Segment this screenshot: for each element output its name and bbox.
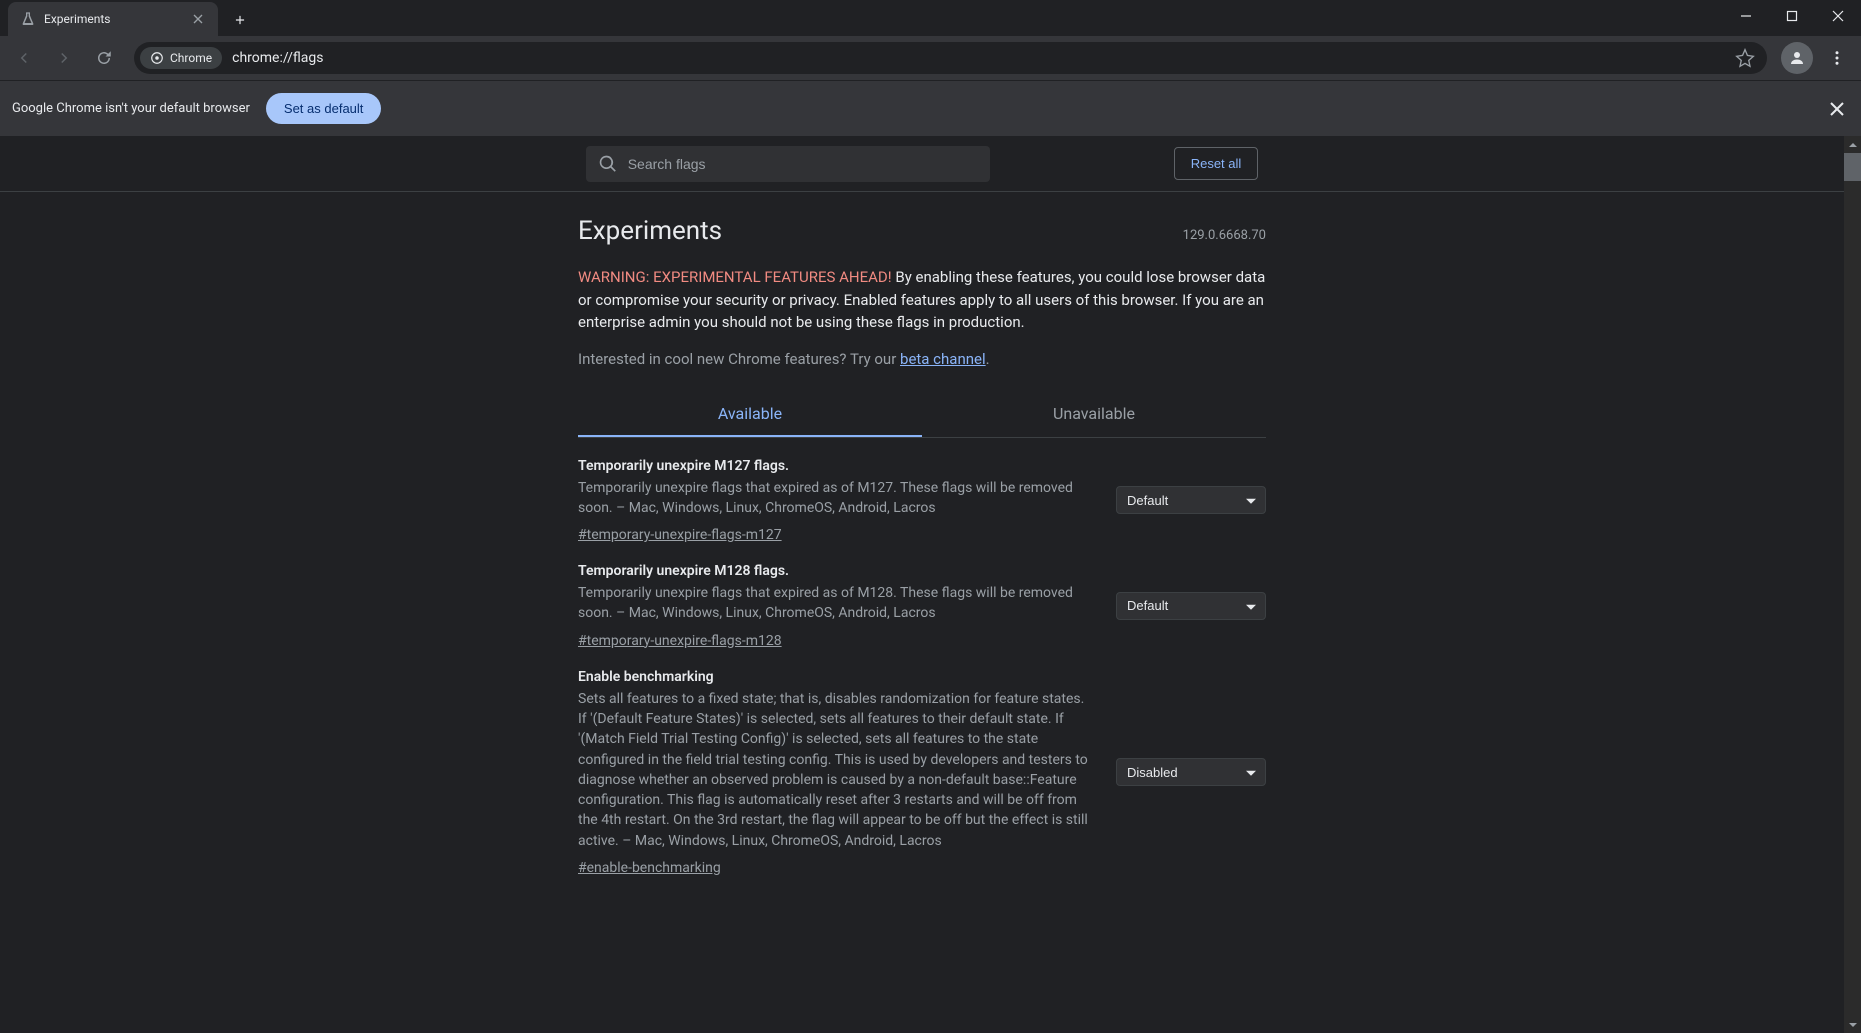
minimize-button[interactable] (1723, 0, 1769, 32)
window-close-button[interactable] (1815, 0, 1861, 32)
scroll-down-button[interactable] (1844, 1016, 1861, 1033)
search-input[interactable] (628, 156, 978, 172)
window-controls (1723, 0, 1861, 32)
search-icon (598, 154, 618, 174)
flags-list: Temporarily unexpire M127 flags. Tempora… (578, 438, 1266, 877)
infobar-close-button[interactable] (1825, 97, 1849, 121)
flag-item: Enable benchmarking Sets all features to… (578, 649, 1266, 876)
reload-button[interactable] (88, 42, 120, 74)
flag-select[interactable]: Default (1116, 486, 1266, 514)
beta-line: Interested in cool new Chrome features? … (578, 350, 1266, 368)
flag-description: Temporarily unexpire flags that expired … (578, 583, 1096, 624)
flag-description: Sets all features to a fixed state; that… (578, 689, 1096, 851)
tab-unavailable[interactable]: Unavailable (922, 392, 1266, 437)
chrome-icon (150, 51, 164, 65)
menu-button[interactable] (1821, 42, 1853, 74)
scroll-up-button[interactable] (1844, 136, 1861, 153)
flag-title: Temporarily unexpire M127 flags. (578, 458, 1096, 474)
close-icon[interactable] (190, 11, 206, 27)
experiment-tabs: Available Unavailable (578, 392, 1266, 438)
warning-label: WARNING: EXPERIMENTAL FEATURES AHEAD! (578, 268, 892, 286)
page-content: Reset all Experiments 129.0.6668.70 WARN… (0, 136, 1844, 1033)
beta-channel-link[interactable]: beta channel (900, 350, 986, 368)
flag-title: Temporarily unexpire M128 flags. (578, 563, 1096, 579)
beta-prefix: Interested in cool new Chrome features? … (578, 350, 900, 368)
address-bar[interactable]: Chrome chrome://flags (134, 42, 1767, 74)
site-chip-label: Chrome (170, 51, 212, 65)
flag-description: Temporarily unexpire flags that expired … (578, 478, 1096, 519)
beta-suffix: . (986, 350, 990, 368)
search-flags-box[interactable] (586, 146, 990, 182)
version-text: 129.0.6668.70 (1183, 228, 1266, 243)
set-default-button[interactable]: Set as default (266, 93, 382, 124)
scroll-thumb[interactable] (1844, 153, 1861, 181)
flag-anchor-link[interactable]: #temporary-unexpire-flags-m127 (578, 527, 782, 543)
flag-title: Enable benchmarking (578, 669, 1096, 685)
site-chip[interactable]: Chrome (140, 47, 222, 69)
reset-all-button[interactable]: Reset all (1174, 147, 1259, 180)
flag-anchor-link[interactable]: #enable-benchmarking (578, 860, 721, 876)
flag-anchor-link[interactable]: #temporary-unexpire-flags-m128 (578, 633, 782, 649)
back-button[interactable] (8, 42, 40, 74)
browser-tab[interactable]: Experiments (8, 2, 218, 36)
tab-title: Experiments (44, 12, 182, 26)
profile-button[interactable] (1781, 42, 1813, 74)
experiments-panel: Experiments 129.0.6668.70 WARNING: EXPER… (578, 192, 1266, 876)
vertical-scrollbar[interactable] (1844, 136, 1861, 1033)
default-browser-infobar: Google Chrome isn't your default browser… (0, 80, 1861, 136)
bookmark-button[interactable] (1735, 48, 1755, 68)
maximize-button[interactable] (1769, 0, 1815, 32)
flag-select[interactable]: Default (1116, 592, 1266, 620)
flag-select[interactable]: Disabled (1116, 758, 1266, 786)
flag-item: Temporarily unexpire M128 flags. Tempora… (578, 543, 1266, 649)
flask-icon (20, 11, 36, 27)
browser-toolbar: Chrome chrome://flags (0, 36, 1861, 80)
page-title: Experiments (578, 216, 722, 246)
search-row: Reset all (0, 136, 1844, 192)
tab-available[interactable]: Available (578, 392, 922, 437)
forward-button[interactable] (48, 42, 80, 74)
flag-item: Temporarily unexpire M127 flags. Tempora… (578, 438, 1266, 544)
url-text: chrome://flags (232, 50, 1735, 66)
new-tab-button[interactable] (226, 6, 254, 34)
window-titlebar: Experiments (0, 0, 1861, 36)
scroll-track[interactable] (1844, 153, 1861, 1016)
infobar-text: Google Chrome isn't your default browser (12, 101, 250, 116)
warning-block: WARNING: EXPERIMENTAL FEATURES AHEAD! By… (578, 266, 1266, 334)
